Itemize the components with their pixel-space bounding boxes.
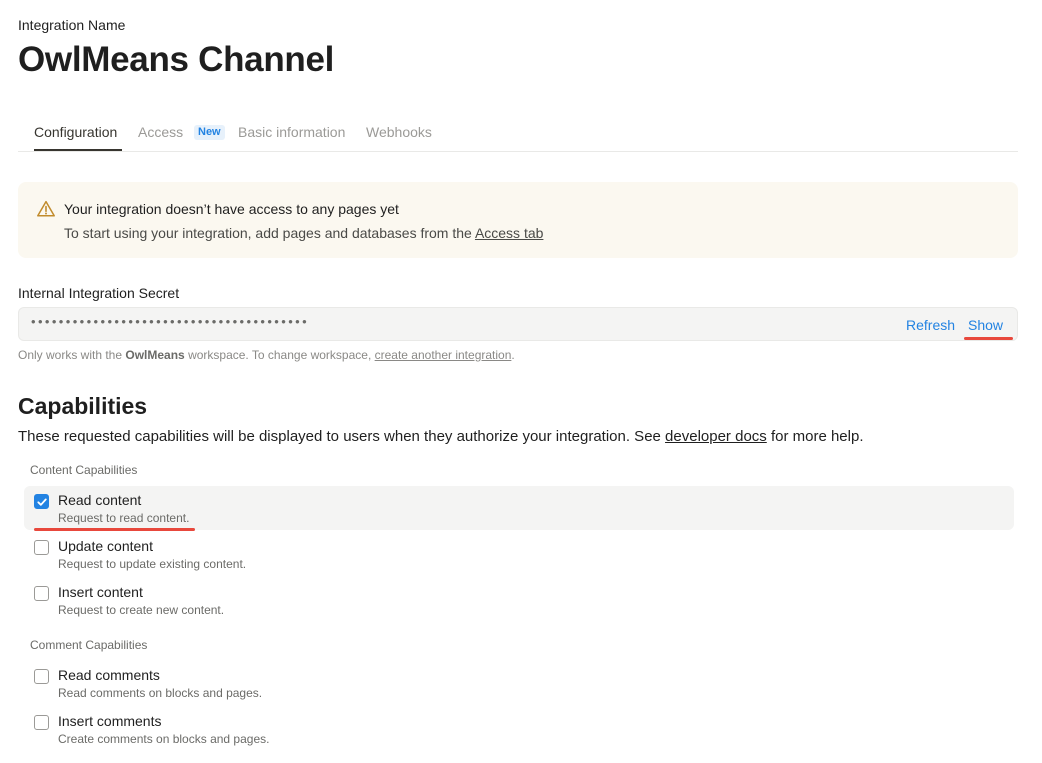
masked-secret-value: ••••••••••••••••••••••••••••••••••••••••: [31, 314, 310, 329]
read-content-highlight-marker: [34, 528, 195, 531]
capabilities-description-suffix: for more help.: [766, 428, 864, 445]
capability-description: Request to update existing content.: [58, 557, 247, 571]
capability-name: Read comments: [58, 667, 160, 683]
capabilities-description-text: These requested capabilities will be dis…: [18, 428, 666, 445]
create-another-integration-link[interactable]: create another integration: [375, 348, 512, 362]
content-capabilities-label: Content Capabilities: [30, 463, 138, 477]
comment-capabilities-label: Comment Capabilities: [30, 638, 148, 652]
access-tab-link[interactable]: Access tab: [475, 225, 543, 241]
integration-name-label: Integration Name: [18, 17, 126, 33]
capability-description: Request to read content.: [58, 511, 190, 525]
access-warning-callout: Your integration doesn’t have access to …: [18, 182, 1018, 258]
alert-description-text: To start using your integration, add pag…: [64, 225, 475, 241]
show-highlight-marker: [964, 337, 1013, 340]
developer-docs-link[interactable]: developer docs: [665, 428, 767, 445]
show-secret-button[interactable]: Show: [968, 317, 1003, 333]
insert-content-checkbox[interactable]: [34, 586, 49, 601]
insert-comments-checkbox[interactable]: [34, 715, 49, 730]
read-content-checkbox[interactable]: [34, 494, 49, 509]
active-tab-indicator: [34, 149, 122, 151]
tab-bar: Configuration Access New Basic informati…: [18, 118, 1018, 152]
capability-update-content[interactable]: Update content Request to update existin…: [24, 532, 1014, 576]
capability-read-content[interactable]: Read content Request to read content.: [24, 486, 1014, 530]
capability-name: Update content: [58, 538, 153, 554]
secret-field: ••••••••••••••••••••••••••••••••••••••••…: [18, 307, 1018, 341]
warning-triangle-icon: [36, 199, 56, 219]
capability-insert-content[interactable]: Insert content Request to create new con…: [24, 578, 1014, 622]
alert-description: To start using your integration, add pag…: [64, 225, 543, 241]
capability-name: Read content: [58, 492, 142, 508]
workspace-note-suffix: .: [511, 348, 515, 362]
capability-description: Create comments on blocks and pages.: [58, 732, 270, 746]
capability-name: Insert content: [58, 584, 143, 600]
workspace-name: OwlMeans: [125, 348, 185, 362]
workspace-note-middle: workspace. To change workspace,: [184, 348, 375, 362]
capability-description: Request to create new content.: [58, 603, 225, 617]
page-title: OwlMeans Channel: [18, 40, 335, 79]
update-content-checkbox[interactable]: [34, 540, 49, 555]
workspace-note-prefix: Only works with the: [18, 348, 126, 362]
new-badge: New: [194, 125, 225, 140]
read-comments-checkbox[interactable]: [34, 669, 49, 684]
capability-insert-comments[interactable]: Insert comments Create comments on block…: [24, 707, 1014, 751]
capability-description: Read comments on blocks and pages.: [58, 686, 263, 700]
checkmark-icon: [37, 498, 47, 506]
capabilities-heading: Capabilities: [18, 393, 148, 419]
tab-configuration[interactable]: Configuration: [34, 124, 117, 140]
capability-read-comments[interactable]: Read comments Read comments on blocks an…: [24, 661, 1014, 705]
tab-webhooks[interactable]: Webhooks: [366, 124, 432, 140]
capabilities-description: These requested capabilities will be dis…: [18, 428, 864, 445]
refresh-secret-button[interactable]: Refresh: [906, 317, 955, 333]
capability-name: Insert comments: [58, 713, 162, 729]
tab-access[interactable]: Access: [138, 124, 183, 140]
alert-title: Your integration doesn’t have access to …: [64, 201, 399, 217]
secret-label: Internal Integration Secret: [18, 285, 180, 301]
workspace-note: Only works with the OwlMeans workspace. …: [18, 348, 515, 362]
tab-basic-information[interactable]: Basic information: [238, 124, 345, 140]
